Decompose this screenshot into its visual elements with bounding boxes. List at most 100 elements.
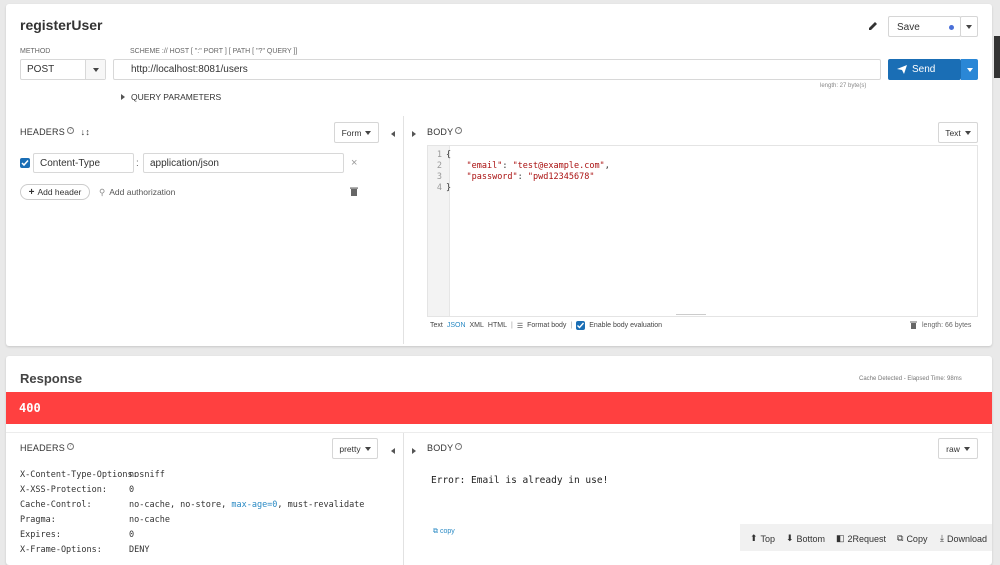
to-request-label: 2Request bbox=[847, 533, 887, 544]
response-body-label: BODY bbox=[427, 443, 454, 453]
remove-header-icon[interactable]: × bbox=[351, 157, 357, 169]
request-title: registerUser bbox=[20, 17, 103, 33]
trash-icon[interactable] bbox=[910, 321, 917, 329]
download-label: Download bbox=[946, 533, 988, 544]
method-dropdown[interactable] bbox=[85, 60, 105, 79]
copy-icon: ⧉ bbox=[897, 533, 904, 543]
send-button-label: Send bbox=[912, 64, 936, 75]
response-header-row: X-Frame-Options: DENY bbox=[20, 545, 150, 555]
enable-eval-label: Enable body evaluation bbox=[589, 322, 662, 329]
body-mode-select[interactable]: Text bbox=[938, 122, 978, 143]
response-panel: Response Cache Detected - Elapsed Time: … bbox=[6, 356, 992, 565]
body-label: BODY bbox=[427, 127, 454, 137]
code-line: 4} bbox=[436, 183, 452, 193]
response-body-text: Error: Email is already in use! bbox=[431, 475, 609, 486]
body-section-title: BODY? bbox=[427, 127, 463, 137]
response-body-mode-value: raw bbox=[946, 443, 960, 454]
bottom-button[interactable]: ⬇ Bottom bbox=[786, 533, 825, 544]
chevron-down-icon bbox=[365, 130, 372, 135]
method-select[interactable]: POST bbox=[20, 59, 106, 80]
add-authorization-link[interactable]: ⚲ Add authorization bbox=[99, 187, 175, 198]
response-body-title: BODY? bbox=[427, 443, 463, 453]
info-icon: ? bbox=[66, 443, 74, 450]
copy-link[interactable]: ⧉ copy bbox=[433, 528, 455, 536]
copy-button-label: Copy bbox=[906, 533, 928, 544]
download-button[interactable]: ⤓ Download bbox=[940, 533, 987, 544]
headers-label: HEADERS bbox=[20, 127, 65, 137]
chevron-down-icon bbox=[966, 24, 972, 29]
info-icon: ? bbox=[455, 443, 463, 450]
query-parameters-label: QUERY PARAMETERS bbox=[131, 92, 222, 102]
to-request-button[interactable]: ◧ 2Request bbox=[836, 533, 886, 544]
collapse-left-icon[interactable] bbox=[391, 445, 395, 457]
response-body-mode-select[interactable]: raw bbox=[938, 438, 978, 459]
save-button[interactable]: Save bbox=[888, 16, 961, 37]
body-length-area: length: 66 bytes bbox=[910, 321, 971, 329]
top-button[interactable]: ⬆ Top bbox=[750, 533, 775, 544]
format-text-link[interactable]: Text bbox=[430, 322, 443, 329]
body-editor[interactable]: 1{ 2 "email": "test@example.com", 3 "pas… bbox=[427, 145, 978, 317]
code-line: 3 "password": "pwd12345678" bbox=[436, 172, 595, 182]
window-edge bbox=[994, 36, 1000, 78]
chevron-down-icon bbox=[92, 67, 99, 72]
response-headers-label: HEADERS bbox=[20, 443, 65, 453]
collapse-left-icon[interactable] bbox=[391, 128, 395, 140]
checkmark-icon bbox=[577, 322, 585, 329]
arrow-down-circle-icon: ⬇ bbox=[786, 533, 794, 543]
add-header-label: Add header bbox=[37, 187, 82, 197]
copy-button[interactable]: ⧉ Copy bbox=[897, 533, 927, 544]
header-value-input[interactable]: application/json bbox=[143, 153, 344, 173]
download-icon: ⤓ bbox=[940, 533, 944, 543]
add-authorization-label: Add authorization bbox=[109, 187, 176, 197]
status-bar: 400 bbox=[6, 392, 992, 424]
expand-arrow-icon bbox=[121, 94, 125, 100]
cache-info: Cache Detected - Elapsed Time: 98ms bbox=[859, 376, 962, 382]
header-enabled-checkbox[interactable] bbox=[20, 158, 30, 168]
panel-divider bbox=[403, 432, 404, 565]
response-headers-mode-value: pretty bbox=[339, 443, 361, 454]
format-html-link[interactable]: HTML bbox=[488, 322, 507, 329]
response-headers-mode-select[interactable]: pretty bbox=[332, 438, 378, 459]
info-icon: ? bbox=[455, 127, 463, 134]
response-header-row: X-Content-Type-Options:nosniff bbox=[20, 470, 165, 480]
collapse-right-icon[interactable] bbox=[412, 128, 416, 140]
format-icon: ☰ bbox=[516, 322, 524, 330]
format-json-link[interactable]: JSON bbox=[447, 322, 466, 329]
url-input[interactable]: http://localhost:8081/users bbox=[113, 59, 881, 80]
unsaved-dot-icon bbox=[949, 25, 954, 30]
request-icon: ◧ bbox=[836, 533, 845, 543]
resize-handle[interactable] bbox=[676, 314, 706, 315]
save-dropdown-button[interactable] bbox=[960, 16, 978, 37]
url-length: length: 27 byte(s) bbox=[820, 83, 867, 89]
header-name-input[interactable]: Content-Type bbox=[33, 153, 134, 173]
edit-pencil-icon[interactable] bbox=[868, 21, 878, 31]
header-separator: : bbox=[136, 158, 139, 169]
arrow-up-circle-icon: ⬆ bbox=[750, 533, 758, 543]
format-xml-link[interactable]: XML bbox=[470, 322, 484, 329]
url-format-label: SCHEME :// HOST [ ":" PORT ] [ PATH [ "?… bbox=[130, 48, 298, 55]
sort-icon[interactable]: ↓↕ bbox=[81, 127, 90, 137]
chevron-down-icon bbox=[364, 446, 371, 451]
send-dropdown-button[interactable] bbox=[961, 59, 978, 80]
headers-mode-select[interactable]: Form bbox=[334, 122, 379, 143]
send-button[interactable]: Send bbox=[888, 59, 961, 80]
response-header-row: Expires: 0 bbox=[20, 530, 135, 540]
save-button-label: Save bbox=[897, 22, 920, 33]
method-value: POST bbox=[27, 64, 55, 75]
enable-eval-checkbox[interactable] bbox=[576, 321, 586, 330]
plus-icon: + bbox=[28, 186, 35, 198]
add-header-button[interactable]: + Add header bbox=[20, 184, 90, 200]
divider bbox=[6, 432, 992, 433]
copy-icon: ⧉ bbox=[433, 528, 438, 535]
trash-icon[interactable] bbox=[350, 187, 358, 199]
query-parameters-toggle[interactable]: QUERY PARAMETERS bbox=[121, 92, 221, 102]
response-header-row: X-XSS-Protection: 0 bbox=[20, 485, 135, 495]
response-header-row: Cache-Control: no-cache, no-store, max-ag… bbox=[20, 500, 365, 510]
headers-mode-value: Form bbox=[341, 127, 362, 138]
code-line: 1{ bbox=[436, 150, 452, 160]
response-headers-title: HEADERS? bbox=[20, 443, 74, 453]
bottom-label: Bottom bbox=[796, 533, 826, 544]
body-format-bar: Text JSON XML HTML | ☰ Format body | Enab… bbox=[430, 321, 662, 330]
format-body-link[interactable]: Format body bbox=[527, 322, 566, 329]
collapse-right-icon[interactable] bbox=[412, 445, 416, 457]
